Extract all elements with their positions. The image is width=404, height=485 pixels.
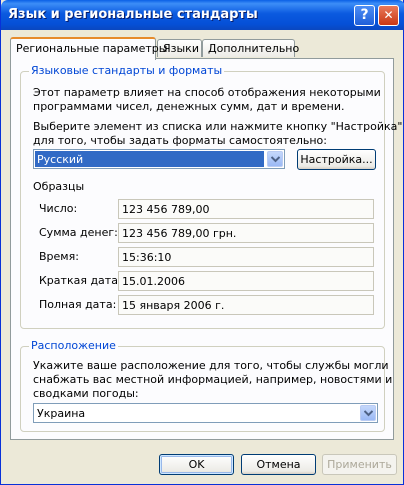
dialog-window: Язык и региональные стандарты ? ✕ Регион… (0, 0, 404, 485)
sample-label-number: Число: (39, 202, 78, 215)
tab-panel-regional-options: Языковые стандарты и форматы Этот параме… (10, 58, 402, 440)
tab-regional-options[interactable]: Региональные параметры (10, 37, 167, 60)
sample-currency-value: 123 456 789,00 грн. (122, 227, 237, 240)
select-instruction-line2: для того, чтобы задать форматы самостоят… (33, 134, 327, 147)
formats-group: Языковые стандарты и форматы Этот параме… (20, 64, 402, 329)
title-bar[interactable]: Язык и региональные стандарты ? ✕ (1, 0, 404, 30)
location-group: Расположение Укажите ваше расположение д… (20, 339, 392, 432)
location-select[interactable]: Украина (33, 403, 378, 423)
location-group-title: Расположение (29, 339, 118, 352)
samples-heading: Образцы (33, 180, 85, 193)
close-button[interactable]: ✕ (378, 5, 399, 26)
formats-group-title: Языковые стандарты и форматы (29, 64, 225, 77)
sample-label-time: Время: (39, 250, 79, 263)
tab-advanced[interactable]: Дополнительно (202, 39, 299, 57)
sample-short-date-value: 15.01.2006 (122, 275, 185, 288)
location-select-value: Украина (37, 407, 86, 420)
location-description-line3: сводками погоды: (33, 387, 139, 400)
sample-long-date-field: 15 января 2006 г. (118, 295, 374, 315)
location-description-line2: снабжать вас местной информацией, наприм… (33, 373, 393, 386)
location-description-line1: Укажите ваше расположение для того, чтоб… (33, 359, 389, 372)
sample-time-value: 15:36:10 (122, 251, 172, 264)
formats-description-line1: Этот параметр влияет на способ отображен… (33, 86, 381, 99)
customize-button[interactable]: Настройка... (297, 149, 376, 170)
chevron-down-icon (271, 156, 280, 163)
locale-select[interactable]: Русский (33, 149, 285, 169)
ok-button[interactable]: OK (159, 454, 234, 475)
sample-number-value: 123 456 789,00 (122, 203, 210, 216)
window-title: Язык и региональные стандарты (8, 7, 258, 22)
sample-label-long-date: Полная дата: (39, 298, 117, 311)
location-dropdown-button[interactable] (360, 405, 376, 421)
formats-description-line2: программами чисел, денежных сумм, дат и … (33, 100, 345, 113)
sample-number-field: 123 456 789,00 (118, 199, 374, 219)
locale-dropdown-button[interactable] (267, 151, 283, 167)
locale-select-value: Русский (35, 151, 264, 167)
select-instruction-line1: Выберите элемент из списка или нажмите к… (33, 120, 403, 133)
sample-label-currency: Сумма денег: (39, 226, 118, 239)
sample-label-short-date: Краткая дата: (39, 274, 122, 287)
sample-currency-field: 123 456 789,00 грн. (118, 223, 374, 243)
sample-short-date-field: 15.01.2006 (118, 271, 374, 291)
sample-time-field: 15:36:10 (118, 247, 374, 267)
help-button[interactable]: ? (354, 5, 375, 26)
sample-long-date-value: 15 января 2006 г. (122, 299, 225, 312)
apply-button[interactable]: Применить (322, 454, 397, 475)
cancel-button[interactable]: Отмена (241, 454, 316, 475)
chevron-down-icon (364, 410, 373, 417)
close-icon: ✕ (383, 8, 394, 22)
